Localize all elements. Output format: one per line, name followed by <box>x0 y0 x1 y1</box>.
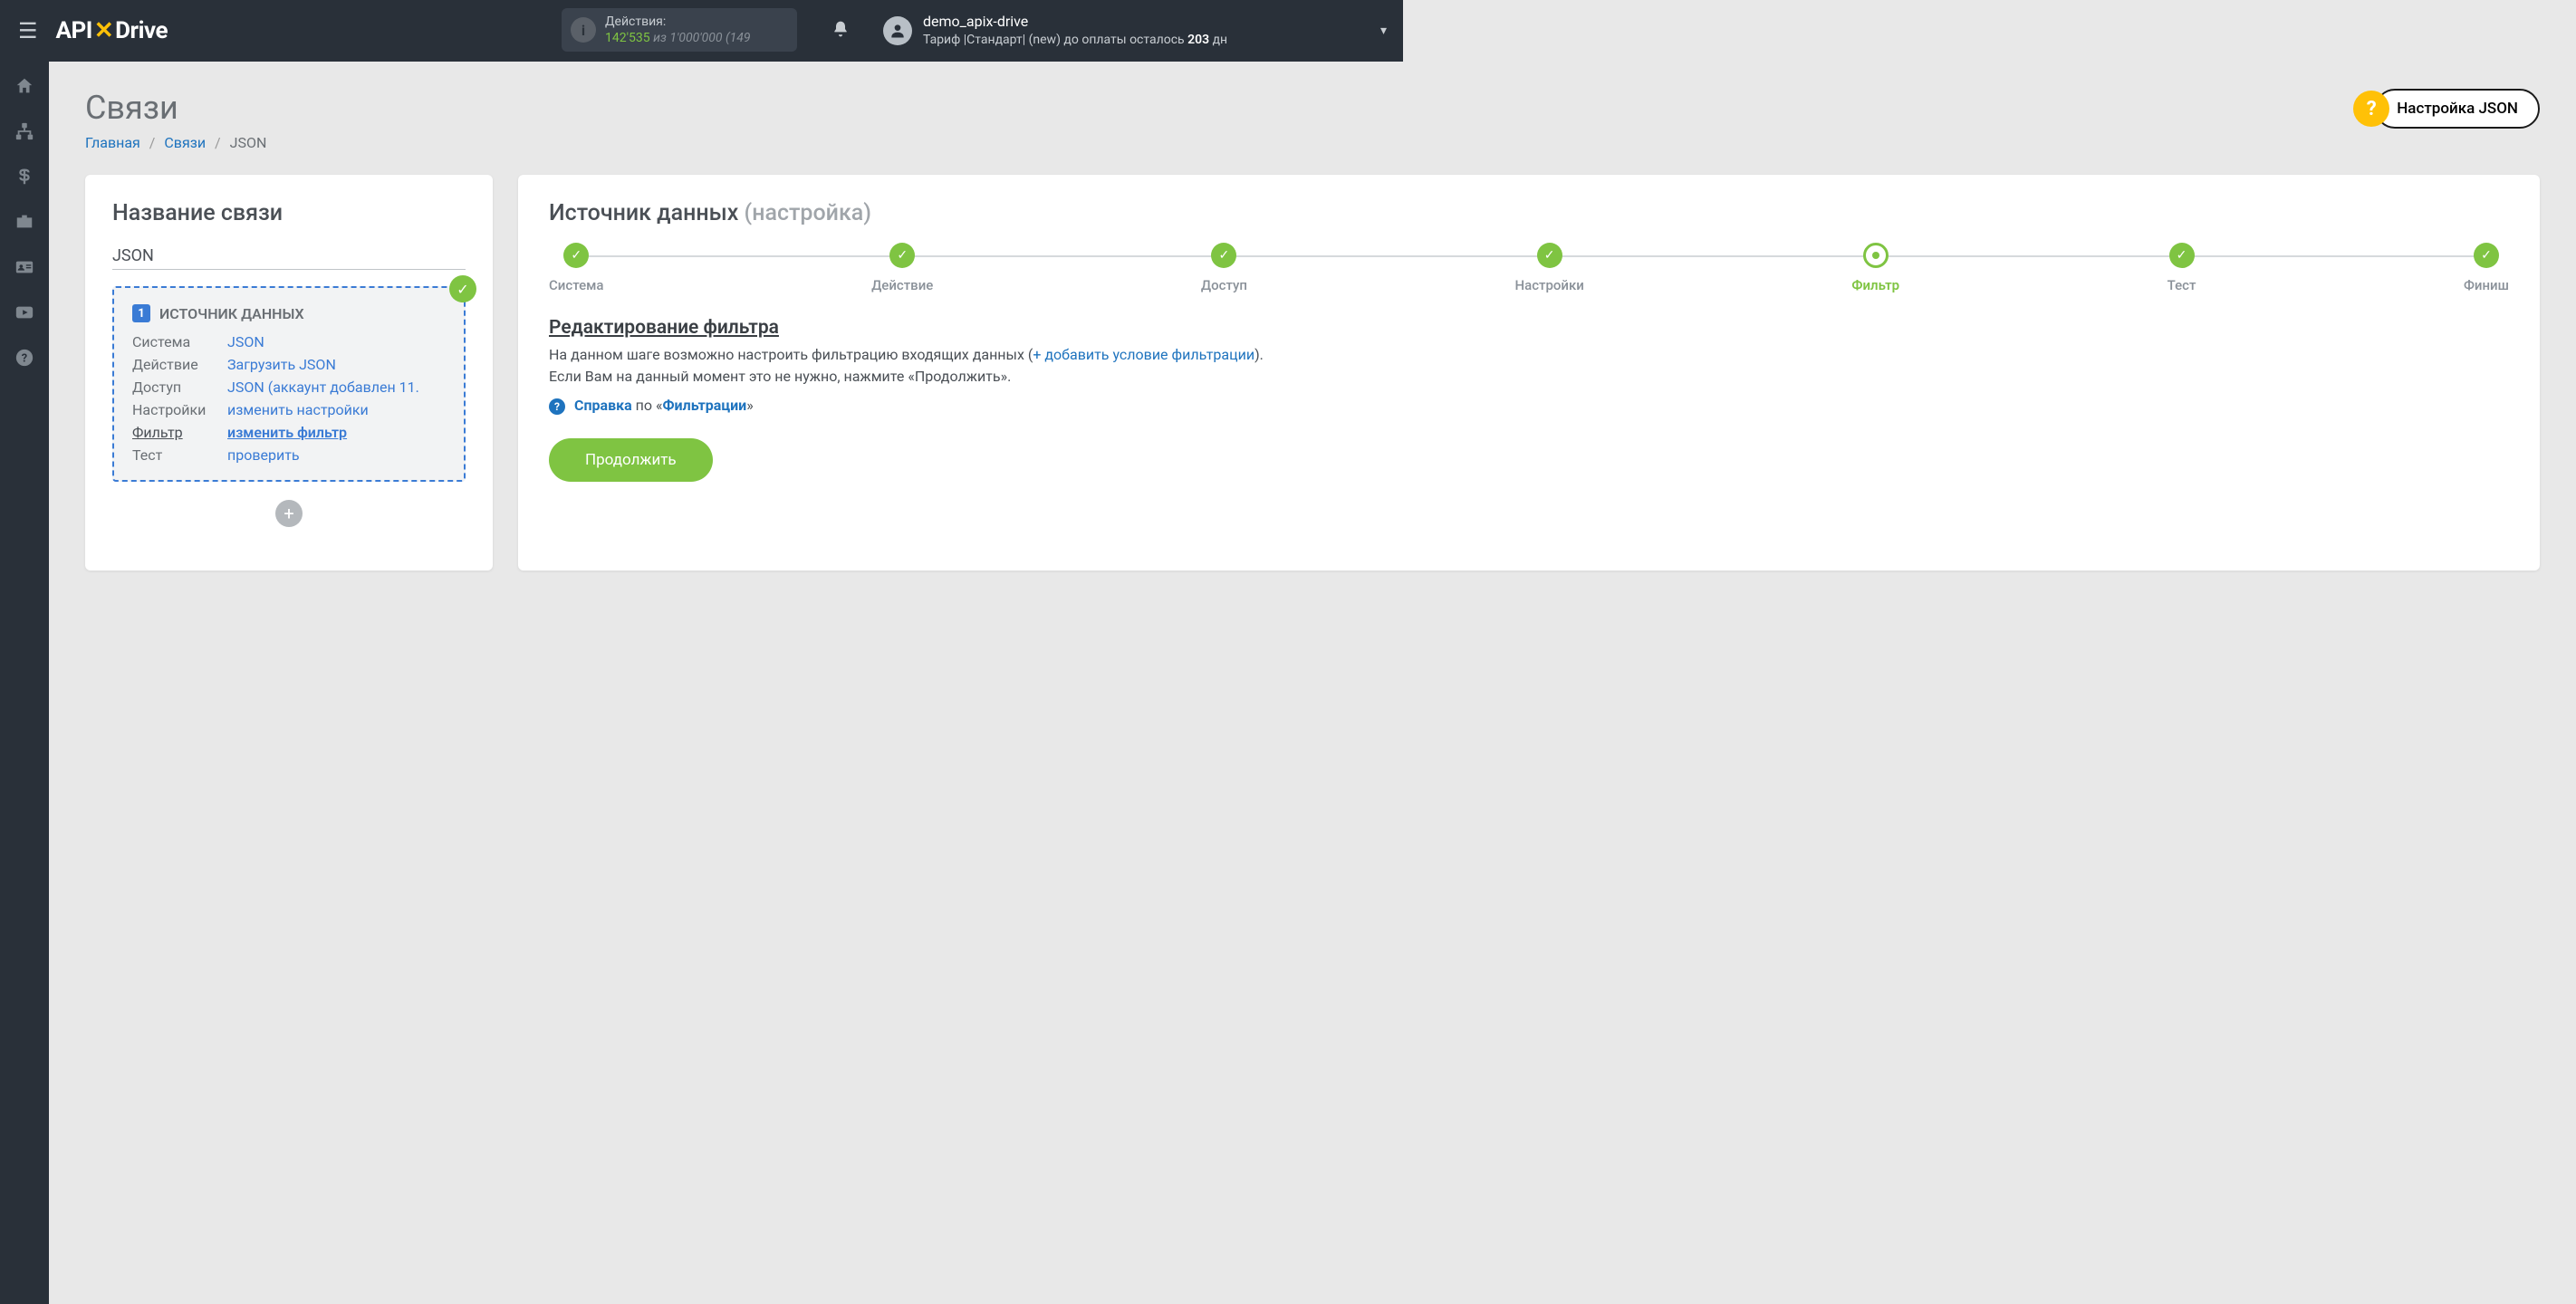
help-question-icon: ? <box>549 398 565 415</box>
user-menu[interactable]: demo_apix-drive Тариф |Стандарт| (new) д… <box>883 12 1227 50</box>
row-settings-label: Настройки <box>132 401 218 418</box>
bell-icon[interactable] <box>831 20 850 43</box>
row-filter-value[interactable]: изменить фильтр <box>227 424 446 441</box>
row-access-value[interactable]: JSON (аккаунт добавлен 11. <box>227 379 446 396</box>
actions-counter[interactable]: i Действия: 142'535 из 1'000'000 (149 <box>562 8 797 52</box>
breadcrumb-sep: / <box>215 134 221 151</box>
step-label: Настройки <box>1514 277 1583 293</box>
app-header: ☰ API✕Drive i Действия: 142'535 из 1'000… <box>0 0 1403 62</box>
breadcrumb-home[interactable]: Главная <box>85 134 140 151</box>
card-right-subtitle: (настройка) <box>745 200 871 226</box>
page-title: Связи <box>85 89 266 127</box>
step-label: Тест <box>2167 277 2196 293</box>
actions-label: Действия: <box>605 14 751 30</box>
logo[interactable]: API✕Drive <box>56 17 168 44</box>
connection-name-card: Название связи ✓ 1 ИСТОЧНИК ДАННЫХ Систе… <box>85 175 493 570</box>
continue-button[interactable]: Продолжить <box>549 438 713 482</box>
step-circle: ✓ <box>1537 243 1562 268</box>
row-access-label: Доступ <box>132 379 218 396</box>
page-header: Связи Главная / Связи / JSON Настройка J… <box>85 89 2540 151</box>
actions-extra: (149 <box>726 31 751 45</box>
step-label: Система <box>549 277 604 293</box>
filter-description: На данном шаге возможно настроить фильтр… <box>549 344 2509 388</box>
briefcase-icon[interactable] <box>13 210 36 234</box>
actions-text: Действия: 142'535 из 1'000'000 (149 <box>605 14 751 46</box>
user-tariff: Тариф |Стандарт| (new) до оплаты осталос… <box>923 32 1227 50</box>
user-text: demo_apix-drive Тариф |Стандарт| (new) д… <box>923 12 1227 50</box>
step-circle-current <box>1863 243 1889 268</box>
data-source-card: Источник данных (настройка) ✓ Система ✓ Де… <box>518 175 2540 570</box>
filter-section-title: Редактирование фильтра <box>549 317 2509 339</box>
logo-api: API <box>56 17 92 44</box>
connection-name-input[interactable] <box>112 243 466 270</box>
row-filter-label: Фильтр <box>132 424 218 441</box>
row-test-value[interactable]: проверить <box>227 446 446 464</box>
step-finish[interactable]: ✓ Финиш <box>2464 243 2509 293</box>
breadcrumb-sep: / <box>149 134 156 151</box>
avatar-icon <box>883 16 912 45</box>
source-number: 1 <box>132 304 150 322</box>
help-icon[interactable]: ? <box>13 346 36 369</box>
check-icon: ✓ <box>449 275 476 302</box>
row-action-value[interactable]: Загрузить JSON <box>227 356 446 373</box>
sidebar: ? <box>0 62 49 1304</box>
menu-icon[interactable]: ☰ <box>18 18 38 43</box>
card-left-title: Название связи <box>112 200 466 226</box>
step-circle: ✓ <box>2474 243 2499 268</box>
user-name: demo_apix-drive <box>923 12 1227 32</box>
step-label: Фильтр <box>1851 277 1899 293</box>
step-settings[interactable]: ✓ Настройки <box>1514 243 1583 293</box>
actions-of: из <box>653 31 669 45</box>
add-source-button[interactable]: + <box>275 500 303 527</box>
step-label: Доступ <box>1201 277 1247 293</box>
step-circle: ✓ <box>563 243 589 268</box>
dollar-icon[interactable] <box>13 165 36 188</box>
step-circle: ✓ <box>889 243 915 268</box>
info-icon: i <box>571 17 596 43</box>
home-icon[interactable] <box>13 74 36 98</box>
row-test-label: Тест <box>132 446 218 464</box>
step-label: Финиш <box>2464 277 2509 293</box>
card-right-title: Источник данных (настройка) <box>549 200 2509 226</box>
add-filter-link[interactable]: + добавить условие фильтрации <box>1033 346 1254 363</box>
actions-count: 142'535 <box>605 31 650 45</box>
help-badge-icon[interactable]: ? <box>2353 91 2389 127</box>
source-box[interactable]: ✓ 1 ИСТОЧНИК ДАННЫХ Система JSON Действи… <box>112 286 466 482</box>
svg-text:?: ? <box>22 352 27 366</box>
connections-icon[interactable] <box>13 120 36 143</box>
logo-x: ✕ <box>94 17 113 44</box>
step-test[interactable]: ✓ Тест <box>2167 243 2196 293</box>
row-settings-value[interactable]: изменить настройки <box>227 401 446 418</box>
logo-drive: Drive <box>115 17 168 44</box>
video-icon[interactable] <box>13 301 36 324</box>
step-circle: ✓ <box>2169 243 2195 268</box>
content-row: Название связи ✓ 1 ИСТОЧНИК ДАННЫХ Систе… <box>85 175 2540 570</box>
id-card-icon[interactable] <box>13 255 36 279</box>
breadcrumbs: Главная / Связи / JSON <box>85 134 266 151</box>
row-system-label: Система <box>132 333 218 350</box>
source-head: 1 ИСТОЧНИК ДАННЫХ <box>132 304 446 322</box>
source-title: ИСТОЧНИК ДАННЫХ <box>159 305 304 322</box>
breadcrumb-current: JSON <box>230 134 267 151</box>
help-link[interactable]: ? Справка по «Фильтрации» <box>549 397 2509 415</box>
source-grid: Система JSON Действие Загрузить JSON Дос… <box>132 333 446 464</box>
row-system-value[interactable]: JSON <box>227 333 446 350</box>
actions-total: 1'000'000 <box>669 31 722 45</box>
step-system[interactable]: ✓ Система <box>549 243 604 293</box>
step-access[interactable]: ✓ Доступ <box>1201 243 1247 293</box>
row-action-label: Действие <box>132 356 218 373</box>
stepper: ✓ Система ✓ Действие ✓ Доступ ✓ Настройки Фи… <box>549 243 2509 293</box>
main-content: Связи Главная / Связи / JSON Настройка J… <box>49 62 2576 1304</box>
settings-json-button[interactable]: Настройка JSON <box>2375 89 2540 129</box>
step-label: Действие <box>871 277 933 293</box>
chevron-down-icon[interactable]: ▾ <box>1380 24 1387 38</box>
breadcrumb-links[interactable]: Связи <box>164 134 206 151</box>
step-action[interactable]: ✓ Действие <box>871 243 933 293</box>
step-circle: ✓ <box>1211 243 1236 268</box>
step-filter[interactable]: Фильтр <box>1851 243 1899 293</box>
